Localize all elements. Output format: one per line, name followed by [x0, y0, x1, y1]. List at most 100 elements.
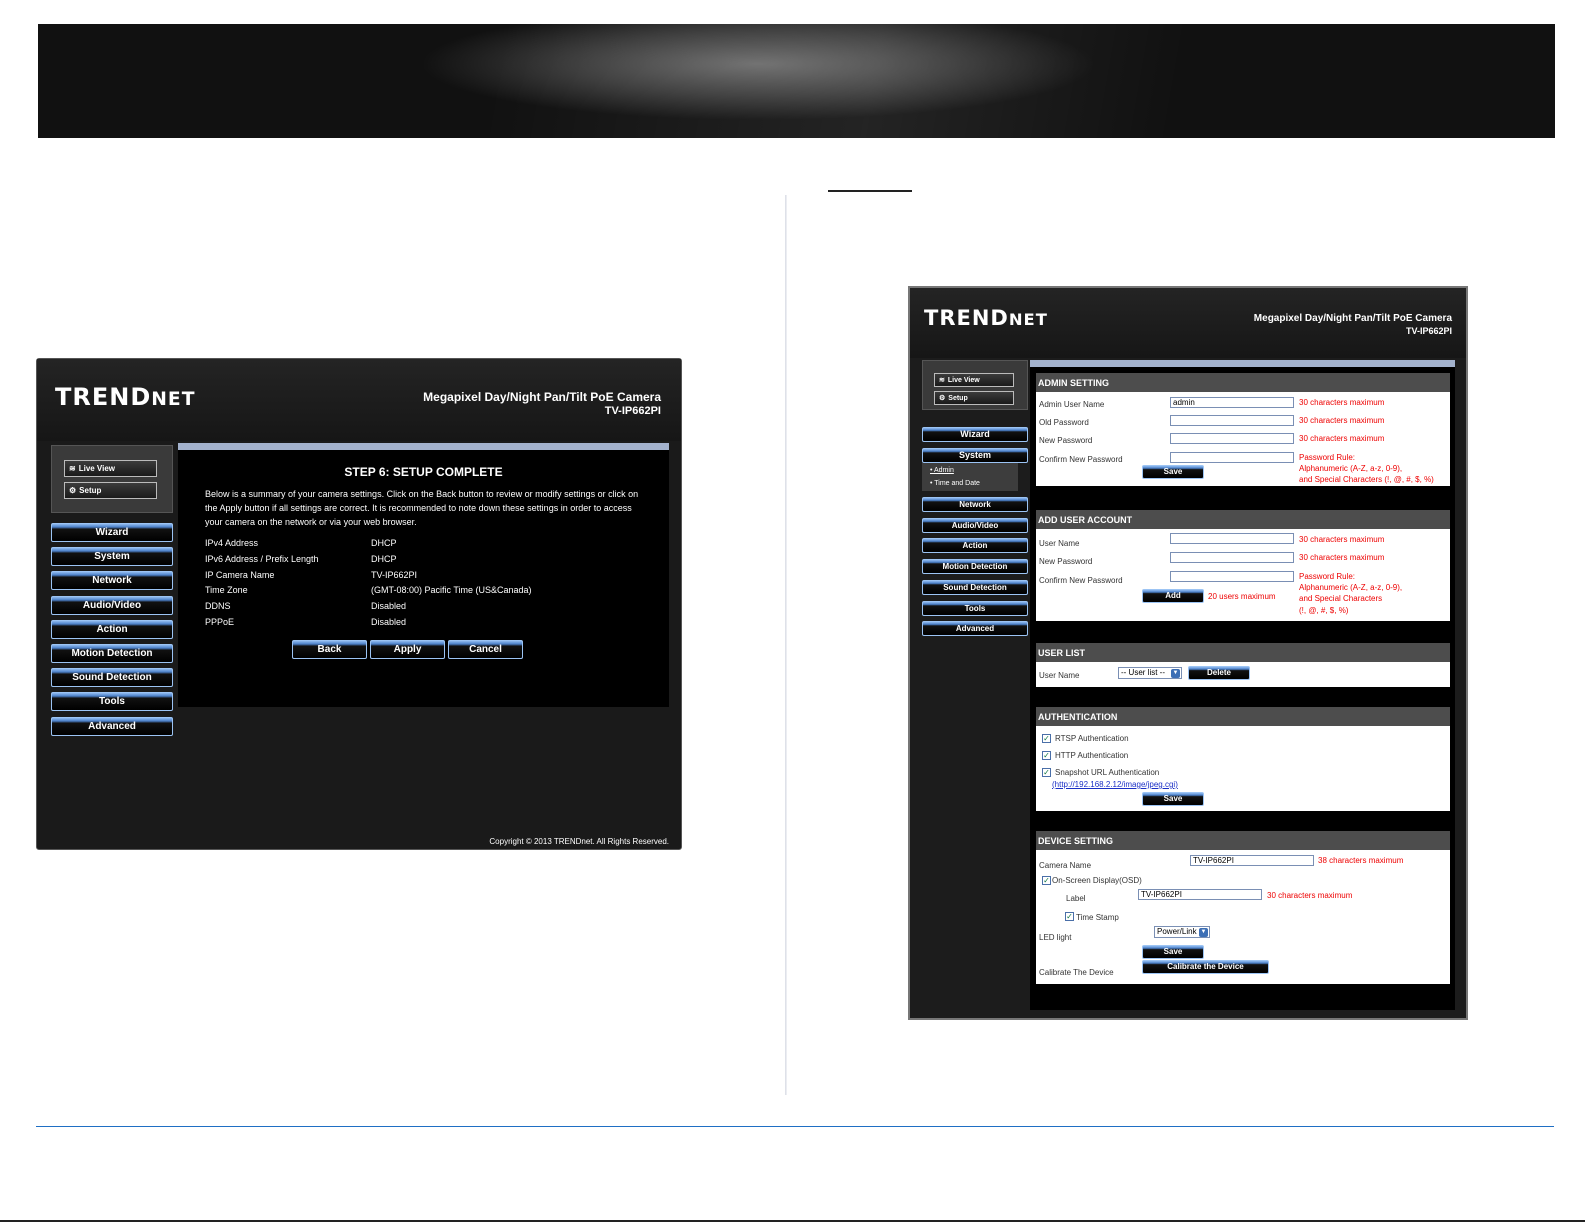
gear-icon: ⚙ — [939, 395, 946, 402]
device-setting-header: DEVICE SETTING — [1036, 831, 1450, 850]
http-auth-label: HTTP Authentication — [1055, 751, 1129, 760]
camera-window-wizard: TRENDNET Megapixel Day/Night Pan/Tilt Po… — [36, 358, 682, 850]
led-light-select[interactable]: Power/Link ▼ — [1154, 926, 1210, 938]
nav-wizard[interactable]: Wizard — [51, 523, 173, 542]
header-banner — [38, 24, 1555, 138]
summary-value: (GMT-08:00) Pacific Time (US&Canada) — [371, 585, 532, 596]
setup-label: Setup — [948, 394, 968, 402]
calibrate-label: Calibrate The Device — [1039, 968, 1114, 977]
nav-network[interactable]: Network — [922, 497, 1028, 512]
osd-label-input[interactable]: TV-IP662PI — [1138, 889, 1262, 900]
nav-tools[interactable]: Tools — [51, 692, 173, 712]
device-save-button[interactable]: Save — [1142, 945, 1204, 959]
gear-icon: ⚙ — [69, 486, 77, 495]
nav-action[interactable]: Action — [922, 538, 1028, 554]
chevron-down-icon: ▼ — [1199, 928, 1208, 937]
user-confirm-password-input[interactable] — [1170, 571, 1294, 582]
trendnet-logo: TRENDNET — [55, 383, 195, 411]
confirm-new-password-input[interactable] — [1170, 452, 1294, 463]
camera-waves-icon: ≋ — [69, 464, 76, 473]
device-setting-section: Camera Name TV-IP662PI 38 characters max… — [1036, 850, 1450, 984]
new-password-input[interactable] — [1170, 433, 1294, 444]
time-stamp-label: Time Stamp — [1076, 913, 1119, 922]
apply-button[interactable]: Apply — [370, 640, 445, 659]
view-mode-box: ≋ Live View ⚙ Setup — [51, 445, 173, 513]
password-rule-line2: and Special Characters (!, @, #, $, %) — [1299, 475, 1434, 484]
model-title: Megapixel Day/Night Pan/Tilt PoE Camera — [1253, 313, 1452, 324]
old-password-label: Old Password — [1039, 418, 1089, 427]
model-number: TV-IP662PI — [604, 405, 661, 417]
nav-tools[interactable]: Tools — [922, 600, 1028, 616]
password-rule-title: Password Rule: — [1299, 453, 1356, 462]
summary-key: IPv6 Address / Prefix Length — [205, 553, 319, 564]
http-auth-checkbox[interactable]: ✓ — [1042, 751, 1051, 760]
admin-user-hint: 30 characters maximum — [1299, 398, 1385, 407]
snapshot-auth-checkbox[interactable]: ✓ — [1042, 768, 1051, 777]
step-title: STEP 6: SETUP COMPLETE — [344, 465, 503, 479]
live-view-button[interactable]: ≋ Live View — [64, 460, 157, 477]
osd-label-field-label: Label — [1066, 894, 1086, 903]
old-password-input[interactable] — [1170, 415, 1294, 426]
nav-advanced[interactable]: Advanced — [51, 716, 173, 736]
nav-audio-video[interactable]: Audio/Video — [51, 595, 173, 615]
view-mode-box: ≋ Live View ⚙ Setup — [922, 360, 1028, 410]
user-password-hint: 30 characters maximum — [1299, 553, 1385, 562]
admin-save-button[interactable]: Save — [1142, 465, 1204, 479]
summary-key: Time Zone — [205, 585, 248, 596]
back-button[interactable]: Back — [292, 640, 367, 659]
camera-window-admin: TRENDNET Megapixel Day/Night Pan/Tilt Po… — [908, 286, 1468, 1020]
osd-label: On-Screen Display(OSD) — [1052, 876, 1142, 885]
summary-key: DDNS — [205, 601, 231, 612]
user-confirm-password-label: Confirm New Password — [1039, 576, 1123, 585]
confirm-new-password-label: Confirm New Password — [1039, 455, 1123, 464]
nav-audio-video[interactable]: Audio/Video — [922, 517, 1028, 533]
setup-button[interactable]: ⚙ Setup — [934, 391, 1014, 405]
auth-save-button[interactable]: Save — [1142, 792, 1204, 806]
camera-name-input[interactable]: TV-IP662PI — [1190, 855, 1314, 866]
add-user-button[interactable]: Add — [1142, 589, 1204, 603]
manual-page: TRENDNET Megapixel Day/Night Pan/Tilt Po… — [0, 0, 1585, 1225]
user-new-password-input[interactable] — [1170, 552, 1294, 563]
user-new-password-label: New Password — [1039, 557, 1093, 566]
nav-system[interactable]: System — [51, 547, 173, 567]
rtsp-auth-checkbox[interactable]: ✓ — [1042, 734, 1051, 743]
calibrate-device-button[interactable]: Calibrate the Device — [1142, 960, 1269, 974]
admin-setting-section: Admin User Name Old Password New Passwor… — [1036, 392, 1450, 486]
user-list-select[interactable]: -- User list -- ▼ — [1118, 667, 1182, 679]
admin-user-name-input[interactable]: admin — [1170, 397, 1294, 408]
model-number: TV-IP662PI — [1405, 326, 1452, 336]
logo-suffix: NET — [151, 389, 196, 410]
users-max-hint: 20 users maximum — [1208, 592, 1276, 601]
user-name-label: User Name — [1039, 539, 1080, 548]
nav-system[interactable]: System — [922, 448, 1028, 463]
nav-sound-detection[interactable]: Sound Detection — [51, 668, 173, 688]
nav-advanced[interactable]: Advanced — [922, 621, 1028, 637]
summary-key: IPv4 Address — [205, 538, 259, 548]
nav-network[interactable]: Network — [51, 571, 173, 591]
column-divider — [785, 195, 787, 1095]
live-view-label: Live View — [78, 464, 116, 473]
submenu-admin[interactable]: • Admin — [930, 467, 954, 474]
live-view-button[interactable]: ≋ Live View — [934, 373, 1014, 387]
nav-action[interactable]: Action — [51, 619, 173, 639]
logo-main: TREND — [924, 306, 1009, 330]
snapshot-url-link[interactable]: (http://192.168.2.12/image/jpeg.cgi) — [1052, 780, 1178, 789]
nav-sound-detection[interactable]: Sound Detection — [922, 579, 1028, 595]
logo-main: TREND — [55, 383, 152, 411]
cancel-button[interactable]: Cancel — [448, 640, 523, 659]
nav-motion-detection[interactable]: Motion Detection — [51, 644, 173, 663]
osd-checkbox[interactable]: ✓ — [1042, 876, 1051, 885]
user-name-input[interactable] — [1170, 533, 1294, 544]
new-password-hint: 30 characters maximum — [1299, 434, 1385, 443]
delete-user-button[interactable]: Delete — [1188, 666, 1250, 680]
copyright-text: Copyright © 2013 TRENDnet. All Rights Re… — [489, 837, 669, 846]
admin-setting-header: ADMIN SETTING — [1036, 373, 1450, 392]
setup-button[interactable]: ⚙ Setup — [64, 482, 157, 499]
nav-motion-detection[interactable]: Motion Detection — [922, 559, 1028, 575]
time-stamp-checkbox[interactable]: ✓ — [1065, 912, 1074, 921]
heading-underline — [828, 190, 912, 192]
user-list-section: User Name -- User list -- ▼ Delete — [1036, 662, 1450, 687]
camera-name-label: Camera Name — [1039, 861, 1092, 870]
nav-wizard[interactable]: Wizard — [922, 427, 1028, 442]
submenu-time-and-date[interactable]: • Time and Date — [930, 480, 980, 487]
